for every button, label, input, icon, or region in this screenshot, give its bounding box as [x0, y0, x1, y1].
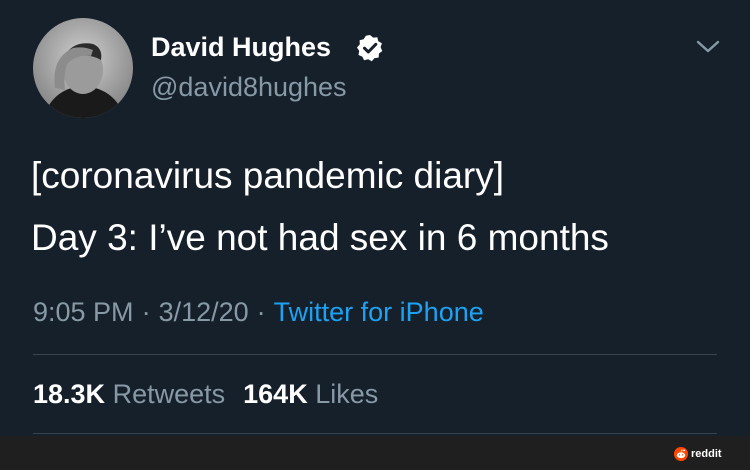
likes-stat[interactable]: 164K Likes	[243, 379, 378, 409]
meta-separator: ·	[256, 297, 266, 327]
tweet-metadata: 9:05 PM · 3/12/20 · Twitter for iPhone	[33, 295, 484, 329]
tweet-stats: 18.3K Retweets 164K Likes	[33, 377, 378, 411]
divider	[33, 354, 717, 355]
user-handle[interactable]: @david8hughes	[151, 70, 347, 104]
retweets-label: Retweets	[112, 379, 226, 409]
avatar[interactable]	[33, 18, 133, 118]
verified-badge-icon	[357, 35, 383, 62]
tweet-card: David Hughes @david8hughes [coronavirus …	[0, 0, 750, 436]
retweets-stat[interactable]: 18.3K Retweets	[33, 379, 225, 409]
tweet-text-line-2: Day 3: I’ve not had sex in 6 months	[31, 217, 609, 258]
tweet-text-line-1: [coronavirus pandemic diary]	[31, 155, 504, 196]
likes-count: 164K	[243, 379, 308, 409]
tweet-time[interactable]: 9:05 PM	[33, 297, 134, 327]
likes-label: Likes	[315, 379, 379, 409]
meta-separator: ·	[141, 297, 151, 327]
tweet-date[interactable]: 3/12/20	[159, 297, 249, 327]
display-name[interactable]: David Hughes	[151, 30, 331, 64]
reddit-logo-icon	[674, 447, 688, 461]
retweets-count: 18.3K	[33, 379, 106, 409]
tweet-source-link[interactable]: Twitter for iPhone	[274, 297, 484, 327]
reddit-watermark: reddit	[691, 448, 722, 460]
chevron-down-icon[interactable]	[695, 36, 721, 58]
divider	[33, 433, 717, 434]
watermark-bar	[0, 436, 750, 470]
